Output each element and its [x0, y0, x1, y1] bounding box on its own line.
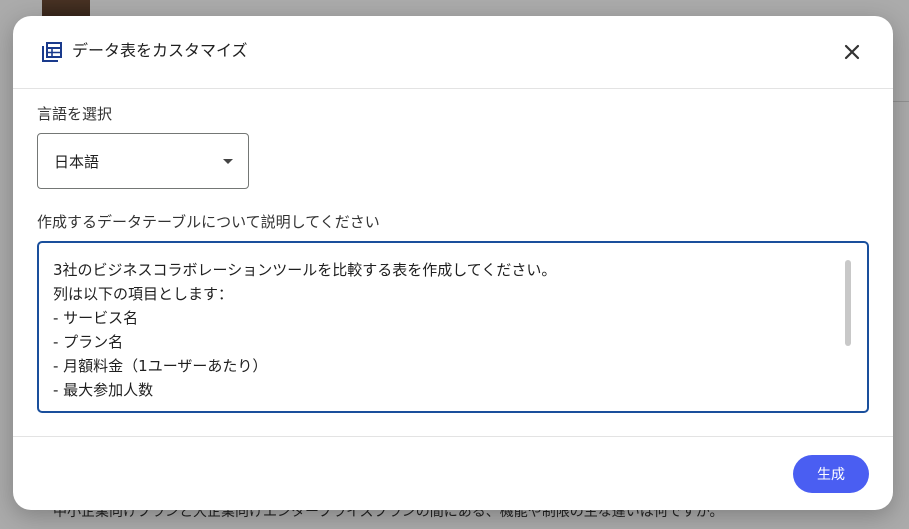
close-icon — [844, 44, 860, 60]
prompt-line: - プラン名 — [53, 333, 124, 351]
prompt-line: 3社のビジネスコラボレーションツールを比較する表を作成してください。 — [53, 261, 557, 279]
textarea-scrollbar[interactable] — [845, 260, 851, 346]
prompt-line: - 月額料金（1ユーザーあたり） — [53, 357, 268, 375]
dropdown-caret-icon — [223, 159, 233, 164]
prompt-text: 3社のビジネスコラボレーションツールを比較する表を作成してください。 列は以下の… — [53, 258, 833, 402]
dialog-title: データ表をカスタマイズ — [72, 41, 248, 60]
dialog-header: データ表をカスタマイズ — [13, 16, 893, 89]
close-button[interactable] — [836, 36, 868, 68]
language-value: 日本語 — [54, 153, 100, 171]
description-textarea[interactable]: 3社のビジネスコラボレーションツールを比較する表を作成してください。 列は以下の… — [37, 241, 869, 413]
prompt-line: 列は以下の項目とします： — [53, 285, 234, 303]
prompt-line: - サービス名 — [53, 309, 139, 327]
footer-divider — [13, 436, 893, 437]
customize-table-dialog: データ表をカスタマイズ 言語を選択 日本語 作成するデータテーブルについて説明し… — [13, 16, 893, 510]
description-label: 作成するデータテーブルについて説明してください — [37, 213, 380, 231]
generate-button[interactable]: 生成 — [793, 455, 869, 493]
language-select[interactable]: 日本語 — [37, 133, 249, 189]
table-icon — [40, 40, 64, 64]
language-label: 言語を選択 — [37, 105, 113, 123]
prompt-line: - 最大参加人数 — [53, 381, 154, 399]
